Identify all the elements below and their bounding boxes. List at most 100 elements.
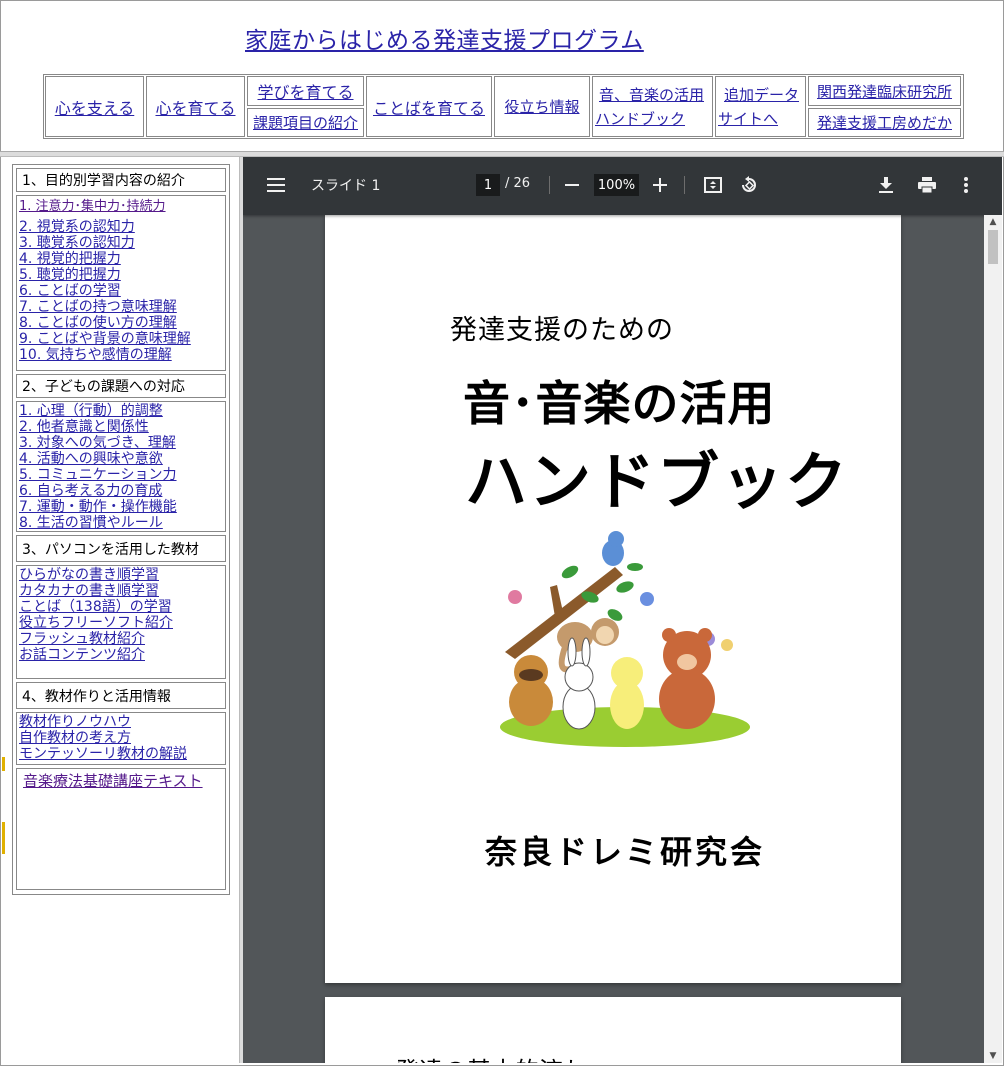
pdf-author: 奈良ドレミ研究会 <box>485 833 766 871</box>
link-word-learning[interactable]: 6. ことばの学習 <box>19 283 223 299</box>
pdf-toolbar: スライド 1 1 / 26 100% <box>243 157 1002 215</box>
rotate-icon[interactable] <box>738 174 760 196</box>
nav-link-tsuika-data[interactable]: 追加データ <box>718 83 799 107</box>
nav-link-handbook[interactable]: ハンドブック <box>595 107 685 131</box>
nav-cell-manabi: 学びを育てる <box>247 76 364 106</box>
pdf-subtitle: 発達支援のための <box>450 315 674 346</box>
leaf-shape <box>627 563 643 571</box>
page-total: / 26 <box>505 176 531 191</box>
pdf-page2-heading: 発達の基本的流れ <box>395 1051 587 1063</box>
nav-link-medaka[interactable]: 発達支援工房めだか <box>817 112 952 133</box>
link-psych-adjust[interactable]: 1. 心理（行動）的調整 <box>19 403 223 419</box>
pdf-page-2: 発達の基本的流れ <box>325 997 901 1063</box>
nav-link-kansai[interactable]: 関西発達臨床研究所 <box>817 81 952 102</box>
section-heading-label: 3、パソコンを活用した教材 <box>22 541 199 558</box>
link-music-therapy-text[interactable]: 音楽療法基礎講座テキスト <box>23 773 219 789</box>
link-visual-grasp[interactable]: 4. 視覚的把握力 <box>19 251 223 267</box>
nav-link-manabi-sodateru[interactable]: 学びを育てる <box>257 79 353 103</box>
nav-cell-medaka: 発達支援工房めだか <box>808 108 961 137</box>
section-heading-label: 4、教材作りと活用情報 <box>22 688 171 705</box>
music-note-shape <box>640 592 654 606</box>
animals-music-illustration <box>500 531 750 747</box>
link-habits[interactable]: 8. 生活の習慣やルール <box>19 515 223 531</box>
download-icon[interactable] <box>875 174 897 196</box>
leaf-shape <box>616 581 634 593</box>
link-communication[interactable]: 5. コミュニケーション力 <box>19 467 223 483</box>
link-stories[interactable]: お話コンテンツ紹介 <box>19 647 223 663</box>
link-thinking[interactable]: 6. 自ら考える力の育成 <box>19 483 223 499</box>
plus-icon[interactable] <box>649 174 671 196</box>
pdf-title-line1: 音･音楽の活用 <box>463 377 776 432</box>
music-note-shape <box>721 639 733 651</box>
link-katakana[interactable]: カタカナの書き順学習 <box>19 583 223 599</box>
link-visual-cognition[interactable]: 2. 視覚系の認知力 <box>19 219 223 235</box>
link-auditory-grasp[interactable]: 5. 聴覚的把握力 <box>19 267 223 283</box>
link-auditory-cognition[interactable]: 3. 聴覚系の認知力 <box>19 235 223 251</box>
page-number-input[interactable]: 1 <box>476 174 500 196</box>
scrollbar-thumb[interactable] <box>988 230 998 264</box>
link-word-meaning[interactable]: 7. ことばの持つ意味理解 <box>19 299 223 315</box>
extra-links-box: 音楽療法基礎講座テキスト <box>16 768 226 890</box>
sidebar-menu-table: 1、目的別学習内容の紹介 1. 注意力･集中力･持続力 2. 視覚系の認知力 3… <box>12 164 230 895</box>
sidebar-edge-marker <box>2 757 5 771</box>
link-feelings[interactable]: 10. 気持ちや感情の理解 <box>19 347 223 363</box>
link-material-knowhow[interactable]: 教材作りノウハウ <box>19 714 223 730</box>
music-note-shape <box>508 590 522 604</box>
more-vertical-icon[interactable] <box>955 174 977 196</box>
nav-link-ongaku-katsuyo[interactable]: 音、音楽の活用 <box>595 83 704 107</box>
nav-cell-yakudachi: 役立ち情報 <box>494 76 590 137</box>
pdf-page-1: 発達支援のための 音･音楽の活用 ハンドブック 奈良ドレミ研究会 <box>325 215 901 983</box>
nav-link-yakudachi[interactable]: 役立ち情報 <box>504 96 579 117</box>
zoom-input[interactable]: 100% <box>594 174 639 196</box>
link-others-relation[interactable]: 2. 他者意識と関係性 <box>19 419 223 435</box>
nav-cell-kokoro-sodateru: 心を育てる <box>146 76 245 137</box>
minus-icon[interactable] <box>561 174 583 196</box>
nav-cell-kansai: 関西発達臨床研究所 <box>808 76 961 106</box>
hamburger-menu-icon[interactable] <box>265 174 287 196</box>
section-links-1: 1. 注意力･集中力･持続力 2. 視覚系の認知力 3. 聴覚系の認知力 4. … <box>16 195 226 371</box>
link-hiragana[interactable]: ひらがなの書き順学習 <box>19 567 223 583</box>
toolbar-separator <box>684 176 685 194</box>
scroll-down-arrow-icon[interactable]: ▼ <box>984 1049 1002 1063</box>
nav-cell-kadai: 課題項目の紹介 <box>247 108 364 137</box>
nav-link-kokoro-sasaeru[interactable]: 心を支える <box>55 95 135 119</box>
fit-page-icon[interactable] <box>702 174 724 196</box>
nav-link-kokoro-sodateru[interactable]: 心を育てる <box>155 95 235 119</box>
link-self-made[interactable]: 自作教材の考え方 <box>19 730 223 746</box>
nav-link-site-he[interactable]: サイトへ <box>718 107 778 131</box>
header-frame: 家庭からはじめる発達支援プログラム 心を支える 心を育てる 学びを育てる 課題項… <box>1 1 1003 152</box>
link-awareness[interactable]: 3. 対象への気づき、理解 <box>19 435 223 451</box>
sidebar-frame: 1、目的別学習内容の紹介 1. 注意力･集中力･持続力 2. 視覚系の認知力 3… <box>2 157 239 1063</box>
link-word-background[interactable]: 9. ことばや背景の意味理解 <box>19 331 223 347</box>
section-heading-label: 2、子どもの課題への対応 <box>22 379 185 395</box>
leaf-shape <box>561 565 579 579</box>
link-motor[interactable]: 7. 運動・動作・操作機能 <box>19 499 223 515</box>
site-title-link[interactable]: 家庭からはじめる発達支援プログラム <box>245 21 644 55</box>
section-heading-1: 1、目的別学習内容の紹介 <box>16 168 226 192</box>
nav-link-kadai-shokai[interactable]: 課題項目の紹介 <box>253 112 358 133</box>
link-flash[interactable]: フラッシュ教材紹介 <box>19 631 223 647</box>
section-heading-label: 1、目的別学習内容の紹介 <box>22 173 185 189</box>
nav-link-kotoba-sodateru[interactable]: ことばを育てる <box>373 95 485 119</box>
vertical-scrollbar[interactable]: ▲ ▼ <box>984 215 1002 1063</box>
pdf-title-line2: ハンドブック <box>465 445 850 518</box>
link-word-usage[interactable]: 8. ことばの使い方の理解 <box>19 315 223 331</box>
link-montessori[interactable]: モンテッソーリ教材の解説 <box>19 746 223 762</box>
print-icon[interactable] <box>916 174 938 196</box>
link-attention[interactable]: 1. 注意力･集中力･持続力 <box>19 199 223 215</box>
section-links-3: ひらがなの書き順学習 カタカナの書き順学習 ことば（138語）の学習 役立ちフリ… <box>16 565 226 679</box>
link-interest[interactable]: 4. 活動への興味や意欲 <box>19 451 223 467</box>
toolbar-separator <box>549 176 550 194</box>
nav-cell-kotoba: ことばを育てる <box>366 76 492 137</box>
link-free-software[interactable]: 役立ちフリーソフト紹介 <box>19 615 223 631</box>
nav-cell-kokoro-sasaeru: 心を支える <box>45 76 144 137</box>
rabbit-shape <box>562 684 596 730</box>
link-138-words[interactable]: ことば（138語）の学習 <box>19 599 223 615</box>
nav-cell-ongaku: 音、音楽の活用 ハンドブック <box>592 76 713 137</box>
scroll-up-arrow-icon[interactable]: ▲ <box>984 215 1002 229</box>
nav-cell-tsuika: 追加データ サイトへ <box>715 76 806 137</box>
pdf-viewer: 発達支援のための 音･音楽の活用 ハンドブック 奈良ドレミ研究会 スライド 1 … <box>243 157 1002 1063</box>
document-title: スライド 1 <box>311 178 381 194</box>
section-heading-3: 3、パソコンを活用した教材 <box>16 535 226 562</box>
nav-table: 心を支える 心を育てる 学びを育てる 課題項目の紹介 ことばを育てる 役立ち情報… <box>43 74 964 139</box>
